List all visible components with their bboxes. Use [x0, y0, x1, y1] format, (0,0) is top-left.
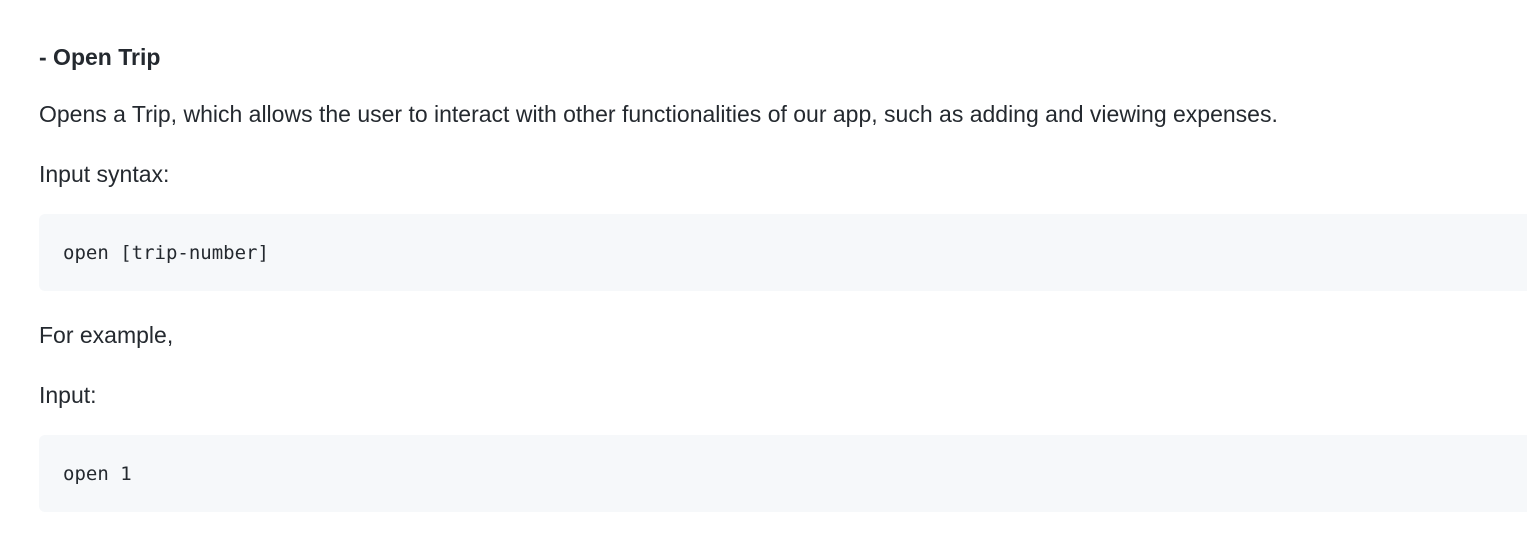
syntax-label: Input syntax:	[39, 161, 170, 187]
syntax-code: open [trip-number]	[63, 241, 269, 264]
section-heading: - Open Trip	[39, 44, 161, 70]
input-code: open 1	[63, 462, 132, 485]
example-label: For example,	[39, 322, 174, 348]
input-code-block[interactable]: open 1	[39, 435, 1527, 512]
description-paragraph: Opens a Trip, which allows the user to i…	[39, 101, 1278, 127]
input-label: Input:	[39, 382, 97, 408]
syntax-code-block[interactable]: open [trip-number]	[39, 214, 1527, 291]
